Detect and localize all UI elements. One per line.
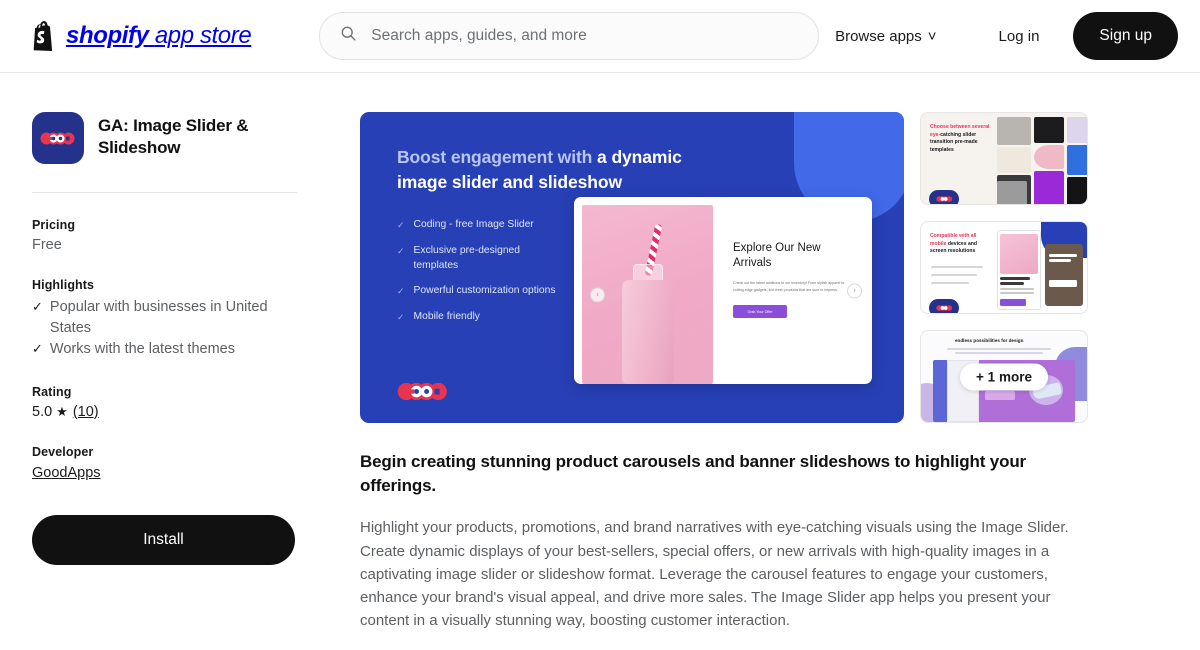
list-item: ✓ Mobile friendly — [397, 310, 557, 325]
check-icon: ✓ — [397, 312, 405, 323]
hero-headline: Boost engagement with a dynamic image sl… — [397, 145, 727, 195]
app-header: GA: Image Slider & Slideshow — [32, 112, 328, 164]
review-count-link[interactable]: (10) — [73, 404, 99, 420]
logo-wordmark: shopify app store — [66, 22, 252, 50]
signup-button[interactable]: Sign up — [1073, 12, 1178, 60]
thumbnail-title: Choose between several eye-catching slid… — [930, 124, 992, 155]
list-item: ✓ Exclusive pre-designed templates — [397, 244, 557, 274]
page-body: GA: Image Slider & Slideshow Pricing Fre… — [0, 73, 1200, 650]
check-icon: ✓ — [397, 219, 405, 230]
thumbnail-title-plain: for design — [999, 338, 1024, 343]
site-header: shopify app store Browse apps ˅ Log in S… — [0, 0, 1200, 73]
browse-apps-label: Browse apps — [835, 27, 922, 45]
thumbnail-title: endless possibilities for design — [955, 338, 1023, 343]
media-gallery: Boost engagement with a dynamic image sl… — [360, 112, 1090, 423]
rating-section: Rating 5.0 ★ (10) — [32, 385, 328, 420]
highlights-section: Highlights ✓ Popular with businesses in … — [32, 278, 328, 360]
description-body: Highlight your products, promotions, and… — [360, 519, 1069, 630]
developer-section: Developer GoodApps — [32, 445, 328, 482]
highlight-text: Works with the latest themes — [49, 341, 235, 358]
header-nav: Browse apps ˅ Log in Sign up — [825, 12, 1178, 60]
thumbnail-title-colored: endless possibilities — [955, 338, 1000, 343]
check-icon: ✓ — [397, 245, 405, 256]
developer-link[interactable]: GoodApps — [32, 465, 101, 481]
browse-apps-menu[interactable]: Browse apps ˅ — [825, 20, 946, 53]
star-icon: ★ — [56, 403, 68, 419]
description-heading: Begin creating stunning product carousel… — [360, 452, 1027, 496]
developer-label: Developer — [32, 444, 94, 459]
thumbnail-title: Compatible with all mobile devices and s… — [930, 233, 992, 256]
app-sidebar: GA: Image Slider & Slideshow Pricing Fre… — [32, 112, 328, 650]
rating-value-row: 5.0 ★ (10) — [32, 404, 328, 420]
rating-label: Rating — [32, 384, 72, 399]
app-main-content: Boost engagement with a dynamic image sl… — [360, 112, 1090, 650]
check-icon: ✓ — [32, 299, 43, 314]
app-title: GA: Image Slider & Slideshow — [98, 116, 249, 157]
sidebar-divider — [32, 192, 297, 193]
more-media-badge[interactable]: + 1 more — [960, 363, 1048, 390]
check-icon: ✓ — [32, 341, 43, 357]
shopify-bag-icon — [30, 21, 57, 51]
hero-content: Boost engagement with a dynamic image sl… — [360, 112, 904, 325]
logo-brand: shopify — [66, 22, 149, 49]
hero-feature-text: Powerful customization options — [413, 285, 556, 297]
thumbnail-list: Choose between several eye-catching slid… — [920, 112, 1088, 423]
thumbnail-design[interactable]: endless possibilities for design + 1 mor… — [920, 330, 1088, 423]
hero-feature-text: Coding - free Image Slider — [413, 218, 534, 230]
search-bar[interactable] — [319, 12, 820, 60]
hero-brand-logo — [397, 382, 449, 401]
highlights-label: Highlights — [32, 278, 95, 292]
search-input[interactable] — [371, 27, 799, 45]
hero-headline-dim: Boost engagement with — [397, 147, 598, 167]
highlight-text: Popular with businesses in United States — [49, 299, 268, 336]
install-button[interactable]: Install — [32, 514, 295, 565]
app-icon — [32, 112, 84, 164]
rating-score: 5.0 — [32, 403, 53, 420]
chevron-down-icon: ˅ — [927, 27, 937, 45]
logo-suffix: app store — [154, 22, 252, 49]
search-icon — [340, 25, 357, 47]
thumbnail-mobile[interactable]: Compatible with all mobile devices and s… — [920, 221, 1088, 314]
list-item: ✓ Coding - free Image Slider — [397, 218, 557, 233]
list-item: ✓ Works with the latest themes — [32, 339, 284, 360]
thumbnail-brand-badge — [929, 299, 959, 313]
hero-banner[interactable]: Boost engagement with a dynamic image sl… — [360, 112, 904, 423]
thumbnail-brand-badge — [929, 190, 959, 204]
hero-feature-text: Mobile friendly — [413, 311, 480, 323]
pricing-label: Pricing — [32, 218, 76, 232]
highlights-list: ✓ Popular with businesses in United Stat… — [32, 297, 328, 360]
thumbnail-templates[interactable]: Choose between several eye-catching slid… — [920, 112, 1088, 205]
hero-feature-list: ✓ Coding - free Image Slider ✓ Exclusive… — [397, 218, 904, 326]
pricing-section: Pricing Free — [32, 218, 328, 253]
hero-feature-text: Exclusive pre-designed templates — [413, 244, 521, 271]
login-link[interactable]: Log in — [989, 20, 1050, 53]
check-icon: ✓ — [397, 286, 405, 297]
shopify-app-store-logo[interactable]: shopify app store — [30, 21, 252, 51]
list-item: ✓ Powerful customization options — [397, 284, 557, 299]
list-item: ✓ Popular with businesses in United Stat… — [32, 297, 284, 338]
pricing-value: Free — [32, 237, 62, 253]
